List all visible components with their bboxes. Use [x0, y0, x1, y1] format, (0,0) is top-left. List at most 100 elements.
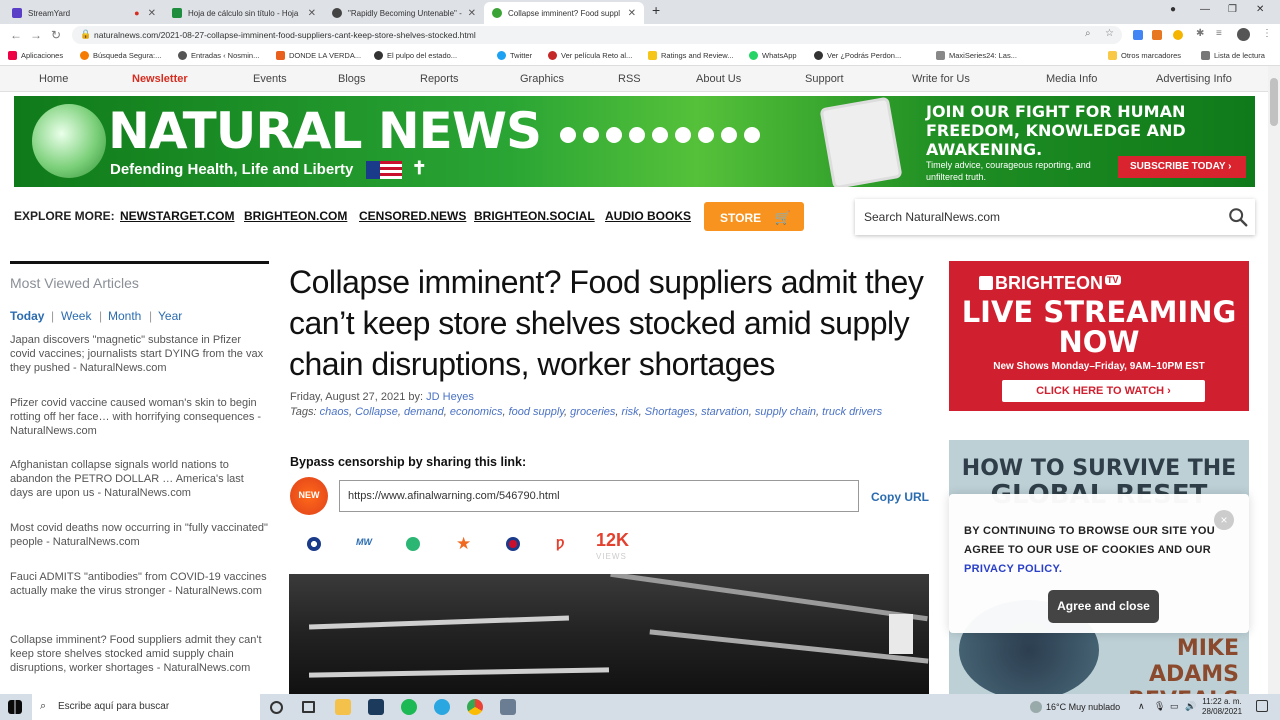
- social-icon[interactable]: [698, 127, 714, 143]
- subscribe-button[interactable]: SUBSCRIBE TODAY ›: [1118, 156, 1246, 178]
- close-tab-icon[interactable]: ✕: [468, 8, 476, 19]
- close-tab-icon[interactable]: ✕: [628, 8, 636, 19]
- social-icon[interactable]: [721, 127, 737, 143]
- bookmark-item[interactable]: Búsqueda Segura:...: [80, 51, 161, 60]
- browser-tab[interactable]: StreamYard ● ✕: [4, 2, 164, 24]
- back-icon[interactable]: ←: [10, 28, 22, 42]
- nav-media-info[interactable]: Media Info: [1046, 73, 1097, 85]
- tag-link[interactable]: Collapse: [355, 406, 398, 418]
- brighteon-share-icon[interactable]: [307, 537, 321, 551]
- taskbar-search[interactable]: ⌕ Escribe aquí para buscar: [32, 694, 260, 720]
- brighteon-ad[interactable]: BRIGHTEON TV LIVE STREAMING NOW New Shows…: [949, 261, 1249, 411]
- browser-tab[interactable]: "Rapidly Becoming Untenable" - ✕: [324, 2, 484, 24]
- extension-icon[interactable]: [1133, 30, 1143, 40]
- avatar[interactable]: [1237, 28, 1250, 41]
- explore-link-censored[interactable]: CENSORED.NEWS: [359, 209, 466, 223]
- share-url-field[interactable]: https://www.afinalwarning.com/546790.htm…: [339, 480, 859, 512]
- media-icon[interactable]: ≡: [1216, 28, 1222, 39]
- search-input[interactable]: Search NaturalNews.com: [855, 199, 1255, 235]
- puzzle-icon[interactable]: ✱: [1196, 28, 1204, 39]
- bookmark-item[interactable]: Entradas ‹ Nosmin...: [178, 51, 259, 60]
- mewe-share-icon[interactable]: MW: [356, 537, 374, 551]
- extension-icon[interactable]: [1152, 30, 1162, 40]
- star-share-icon[interactable]: ★: [456, 535, 471, 552]
- nav-advertising-info[interactable]: Advertising Info: [1156, 73, 1232, 85]
- bookmark-item[interactable]: DONDE LA VERDA...: [276, 51, 361, 60]
- tab-week[interactable]: Week: [61, 309, 91, 323]
- app-icon[interactable]: [368, 699, 384, 715]
- explore-link-audio-books[interactable]: AUDIO BOOKS: [605, 209, 691, 223]
- volume-icon[interactable]: 🔊: [1185, 701, 1196, 712]
- bookmark-reading-list[interactable]: Lista de lectura: [1201, 51, 1265, 60]
- address-bar[interactable]: 🔒 naturalnews.com/2021-08-27-collapse-im…: [72, 26, 1122, 44]
- nav-blogs[interactable]: Blogs: [338, 73, 366, 85]
- browser-tab[interactable]: Hoja de cálculo sin título - Hoja ✕: [164, 2, 324, 24]
- copy-url-button[interactable]: Copy URL: [871, 490, 929, 504]
- bookmark-star-icon[interactable]: ☆: [1105, 28, 1114, 39]
- tag-link[interactable]: supply chain: [755, 406, 816, 418]
- tag-link[interactable]: risk: [622, 406, 639, 418]
- tag-link[interactable]: groceries: [570, 406, 615, 418]
- nav-reports[interactable]: Reports: [420, 73, 459, 85]
- social-icon[interactable]: [560, 127, 576, 143]
- tag-link[interactable]: demand: [404, 406, 444, 418]
- bookmark-item[interactable]: Ratings and Review...: [648, 51, 734, 60]
- maximize-icon[interactable]: ❐: [1228, 4, 1237, 15]
- privacy-policy-link[interactable]: PRIVACY POLICY.: [964, 563, 1062, 575]
- file-explorer-icon[interactable]: [335, 699, 351, 715]
- social-icon[interactable]: [675, 127, 691, 143]
- extension-icon[interactable]: [1173, 30, 1183, 40]
- zoom-icon[interactable]: ⌕: [1085, 28, 1091, 39]
- nav-graphics[interactable]: Graphics: [520, 73, 564, 85]
- nav-home[interactable]: Home: [39, 73, 68, 85]
- app-icon[interactable]: [434, 699, 450, 715]
- social-icon[interactable]: [652, 127, 668, 143]
- parler-share-icon[interactable]: Ƿ: [556, 537, 570, 551]
- tag-link[interactable]: chaos: [320, 406, 349, 418]
- explore-link-brighteon-social[interactable]: BRIGHTEON.SOCIAL: [474, 209, 595, 223]
- tab-month[interactable]: Month: [108, 309, 141, 323]
- tab-today[interactable]: Today: [10, 309, 44, 323]
- most-viewed-item[interactable]: Most covid deaths now occurring in "full…: [10, 521, 268, 549]
- social-icon[interactable]: [629, 127, 645, 143]
- task-view-icon[interactable]: [302, 701, 315, 713]
- social-icon[interactable]: [583, 127, 599, 143]
- bookmark-apps[interactable]: Aplicaciones: [8, 51, 63, 60]
- nav-events[interactable]: Events: [253, 73, 287, 85]
- most-viewed-item[interactable]: Afghanistan collapse signals world natio…: [10, 458, 268, 500]
- bookmark-item[interactable]: MaxiSeries24: Las...: [936, 51, 1017, 60]
- notifications-icon[interactable]: [1256, 700, 1268, 712]
- network-icon[interactable]: ▭: [1170, 701, 1179, 712]
- nav-support[interactable]: Support: [805, 73, 844, 85]
- social-icon[interactable]: [606, 127, 622, 143]
- bookmark-item[interactable]: WhatsApp: [749, 51, 797, 60]
- most-viewed-item[interactable]: Fauci ADMITS "antibodies" from COVID-19 …: [10, 570, 268, 598]
- flag-share-icon[interactable]: [506, 537, 520, 551]
- new-tab-icon[interactable]: +: [652, 2, 660, 18]
- tag-link[interactable]: food supply: [509, 406, 564, 418]
- most-viewed-item[interactable]: Collapse imminent? Food suppliers admit …: [10, 633, 268, 675]
- most-viewed-item[interactable]: Pfizer covid vaccine caused woman's skin…: [10, 396, 268, 438]
- bookmark-item[interactable]: Ver ¿Podrás Perdon...: [814, 51, 901, 60]
- tag-link[interactable]: truck drivers: [822, 406, 882, 418]
- cortana-icon[interactable]: [270, 701, 283, 714]
- menu-icon[interactable]: ⋮: [1262, 28, 1272, 39]
- nav-newsletter[interactable]: Newsletter: [132, 73, 188, 85]
- tag-link[interactable]: starvation: [701, 406, 749, 418]
- app-icon[interactable]: [500, 699, 516, 715]
- tag-link[interactable]: Shortages: [645, 406, 695, 418]
- store-button[interactable]: STORE 🛒: [704, 202, 804, 231]
- windows-start-icon[interactable]: [8, 700, 22, 714]
- author-link[interactable]: JD Heyes: [426, 391, 474, 403]
- explore-link-newstarget[interactable]: NEWSTARGET.COM: [120, 209, 234, 223]
- forward-icon[interactable]: →: [30, 28, 42, 42]
- browser-tab-active[interactable]: Collapse imminent? Food suppl ✕: [484, 2, 644, 24]
- nav-rss[interactable]: RSS: [618, 73, 641, 85]
- search-icon[interactable]: [1227, 206, 1249, 228]
- profile-dot-icon[interactable]: ●: [1170, 4, 1176, 15]
- bookmark-item[interactable]: Ver película Reto al...: [548, 51, 632, 60]
- taskbar-clock[interactable]: 11:22 a. m. 28/08/2021: [1202, 697, 1242, 717]
- tag-link[interactable]: economics: [450, 406, 503, 418]
- reload-icon[interactable]: ↻: [51, 28, 61, 42]
- explore-link-brighteon[interactable]: BRIGHTEON.COM: [244, 209, 347, 223]
